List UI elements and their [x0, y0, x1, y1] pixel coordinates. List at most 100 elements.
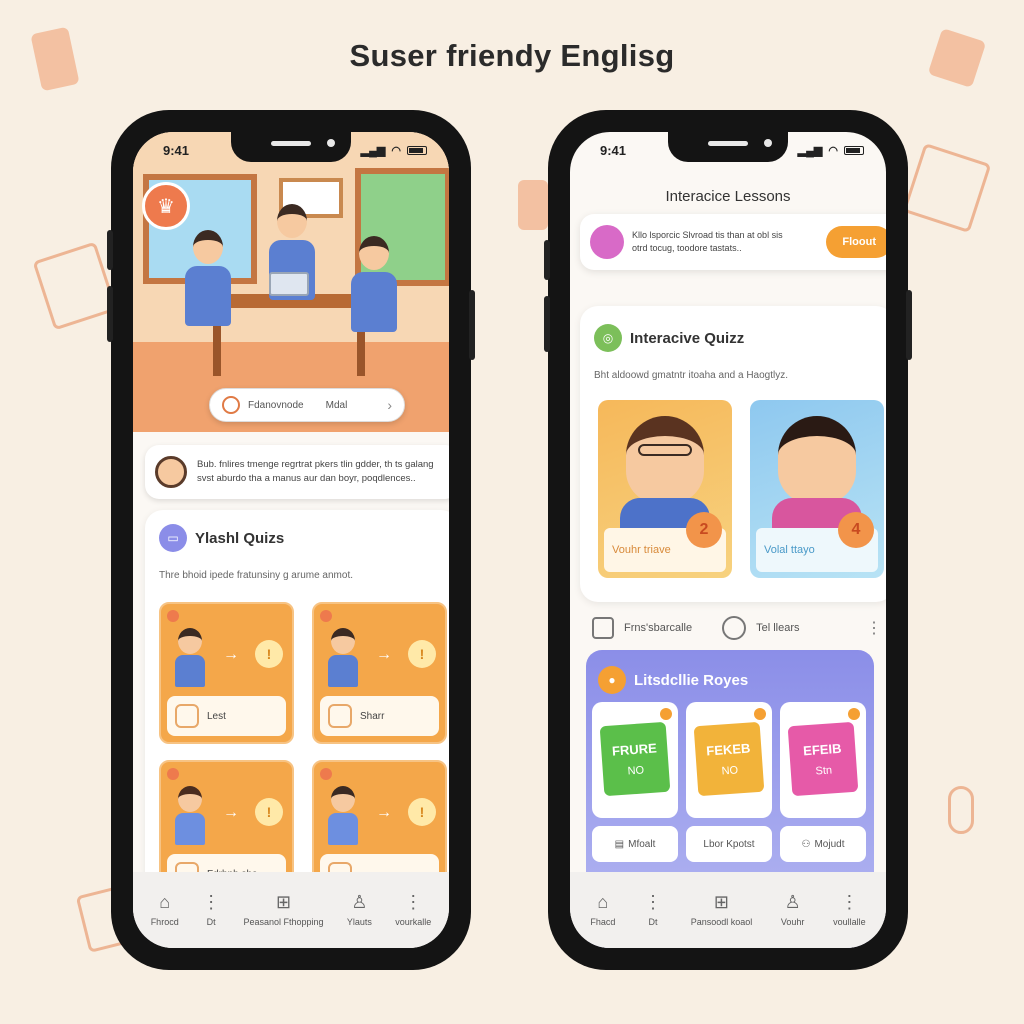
status-time: 9:41	[600, 142, 627, 158]
role-card[interactable]: EFEIB Stn	[780, 702, 866, 818]
roles-icon: ●	[598, 666, 626, 694]
status-bar: 9:41 ▂▄▆ ◠	[133, 132, 449, 168]
banner-button[interactable]: Floout	[826, 226, 886, 258]
tab-profile[interactable]: ♙ Vouhr	[781, 893, 805, 927]
search-icon	[222, 396, 240, 414]
search-value: Mdal	[325, 399, 348, 411]
filter-right-label[interactable]: Tel llears	[756, 622, 799, 634]
role-label-button[interactable]: Lbor Kpotst	[686, 826, 772, 862]
tab-more[interactable]: ⋮ vourkalle	[395, 893, 431, 927]
bookmark-icon: ⊞	[275, 892, 292, 912]
wifi-icon: ◠	[828, 144, 838, 157]
tab-home[interactable]: ⌂ Fhacd	[590, 893, 615, 927]
left-screen: 9:41 ▂▄▆ ◠ ♛ Fdanovnode Mdal › Bub. fnli…	[133, 132, 449, 948]
minus-circle-icon[interactable]	[722, 616, 747, 640]
quiz-subtitle: Bht aldoowd gmatntr itoaha and a Haogtly…	[594, 370, 789, 381]
search-placeholder: Fdanovnode	[248, 399, 304, 411]
quiz-panel: ▭ Ylashl Quizs Thre bhoid ipede fratunsi…	[145, 510, 449, 902]
quiz-card-label: Sharr	[360, 710, 385, 722]
student-illustration	[175, 786, 205, 845]
classroom-illustration	[133, 132, 449, 432]
tab-profile[interactable]: ♙ Ylauts	[347, 893, 372, 927]
lesson-icon	[328, 704, 352, 728]
chat-icon	[518, 180, 548, 230]
lesson-icon	[175, 704, 199, 728]
role-card[interactable]: FRURE NO	[592, 702, 678, 818]
right-phone: 9:41 ▂▄▆ ◠ Interacice Lessons Kllo lsporc…	[544, 110, 912, 970]
quiz-card-badge: 4	[838, 512, 874, 548]
user-icon: ♙	[784, 892, 801, 912]
quiz-title: Interacive Quizz	[630, 329, 745, 347]
quiz-icon: ◎	[594, 324, 622, 352]
student-illustration	[328, 628, 358, 687]
tab-bar: ⌂ Fhacd ⋮ Dt ⊞ Pansoodl koaol ♙ Vouhr ⋮ voull…	[570, 872, 886, 948]
lesson-icon	[590, 225, 624, 259]
avatar	[155, 456, 187, 488]
banner-line-1: Kllo lsporcic Slvroad tis than at obl si…	[632, 229, 783, 240]
home-icon: ⌂	[159, 892, 171, 912]
tab-personal[interactable]: ⊞ Pansoodl koaol	[691, 893, 753, 927]
tab-dt[interactable]: ⋮ Dt	[202, 893, 220, 927]
status-time: 9:41	[163, 142, 190, 158]
message-line-1: Bub. fnlires tmenge regrtrat pkers tlin …	[197, 459, 434, 471]
search-bar[interactable]: Fdanovnode Mdal ›	[209, 388, 405, 422]
home-icon: ⌂	[597, 892, 609, 912]
alert-icon: !	[408, 798, 436, 826]
wifi-icon: ◠	[391, 144, 401, 157]
banner-line-2: otrd tocug, toodore tastats..	[632, 243, 742, 253]
role-sticker: FEKEB NO	[693, 721, 765, 797]
list-icon: ⋮	[644, 892, 663, 912]
battery-icon	[844, 145, 864, 155]
tab-dt[interactable]: ⋮ Dt	[644, 893, 662, 927]
quiz-icon: ▭	[159, 524, 187, 552]
arrow-right-icon: →	[376, 646, 392, 663]
role-label-button[interactable]: ▤ Mfoalt	[592, 826, 678, 862]
headphones-icon	[948, 786, 974, 834]
quiz-card-label: Lest	[207, 710, 226, 722]
right-screen: 9:41 ▂▄▆ ◠ Interacice Lessons Kllo lsporc…	[570, 132, 886, 948]
message-card[interactable]: Bub. fnlires tmenge regrtrat pkers tlin …	[145, 445, 449, 499]
bookmark-icon: ⊞	[713, 892, 729, 912]
tab-bar: ⌂ Fhrocd ⋮ Dt ⊞ Peasanol Fthopping ♙ Ylauts …	[133, 872, 449, 948]
left-phone: 9:41 ▂▄▆ ◠ ♛ Fdanovnode Mdal › Bub. fnli…	[107, 110, 475, 970]
arrow-right-icon: →	[376, 804, 392, 821]
more-icon: ⋮	[840, 892, 859, 912]
signal-icon: ▂▄▆	[360, 144, 386, 157]
role-sticker: FRURE NO	[599, 721, 671, 797]
message-line-2: svst aburdo tha a manus aur dan boyr, po…	[197, 473, 416, 484]
arrow-right-icon: →	[223, 804, 239, 821]
alert-icon: !	[408, 640, 436, 668]
tab-home[interactable]: ⌂ Fhrocd	[151, 893, 179, 927]
tab-more[interactable]: ⋮ voullalle	[833, 893, 866, 927]
app-logo[interactable]: ♛	[142, 182, 190, 230]
glasses-icon	[638, 444, 692, 456]
roles-title: Litsdcllie Royes	[634, 671, 749, 689]
student-illustration	[778, 416, 856, 504]
user-icon: ♙	[351, 892, 368, 912]
filter-left-label[interactable]: Frns'sbarcalle	[624, 622, 692, 634]
interactive-quiz-panel: ◎ Interacive Quizz Bht aldoowd gmatntr i…	[580, 306, 886, 602]
role-card[interactable]: FEKEB NO	[686, 702, 772, 818]
more-icon: ⋮	[404, 892, 423, 912]
quiz-card-badge: 2	[686, 512, 722, 548]
alert-icon: !	[255, 798, 283, 826]
lesson-banner[interactable]: Kllo lsporcic Slvroad tis than at obl si…	[580, 214, 886, 270]
filter-row: Frns'sbarcalle Tel llears ⋮	[592, 612, 882, 644]
arrow-right-icon: →	[223, 646, 239, 663]
student-illustration	[328, 786, 358, 845]
screen-title: Interacice Lessons	[665, 188, 791, 205]
teacher-illustration	[626, 416, 704, 504]
more-icon[interactable]: ⋮	[866, 618, 882, 638]
tab-personal[interactable]: ⊞ Peasanol Fthopping	[243, 893, 323, 927]
quiz-card[interactable]: → ! Sharr	[312, 602, 447, 744]
chevron-right-icon: ›	[387, 397, 392, 413]
alert-icon: !	[255, 640, 283, 668]
role-label-button[interactable]: ⚇ Mojudt	[780, 826, 866, 862]
quiz-subtitle: Thre bhoid ipede fratunsiny g arume anmo…	[159, 570, 353, 581]
quiz-character-card[interactable]: Volal ttayo 4	[750, 400, 884, 578]
quiz-card[interactable]: → ! Lest	[159, 602, 294, 744]
quiz-character-card[interactable]: Vouhr triave 2	[598, 400, 732, 578]
signal-icon: ▂▄▆	[797, 144, 823, 157]
grid-icon[interactable]	[592, 617, 614, 639]
browser-icon	[32, 241, 118, 331]
